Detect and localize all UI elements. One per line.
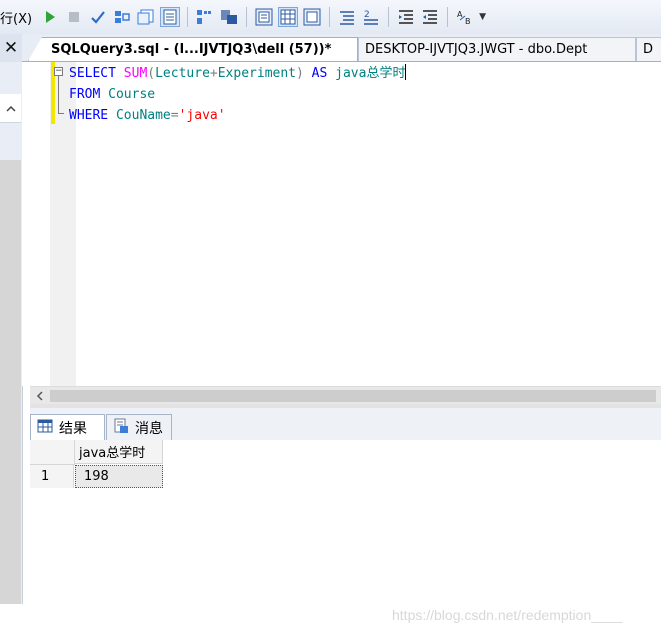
text-caret bbox=[405, 64, 407, 80]
grid-toggle-icon[interactable] bbox=[302, 7, 322, 27]
watermark-text: https://blog.csdn.net/redemption____ bbox=[392, 607, 623, 623]
messages-icon bbox=[113, 418, 129, 438]
code-line-1: SELECT SUM(Lecture+Experiment) AS java总学… bbox=[69, 63, 407, 84]
keyword-where: WHERE bbox=[69, 108, 109, 123]
function-sum: SUM bbox=[123, 66, 148, 81]
fold-guide bbox=[58, 76, 59, 114]
query-toolbar: 行(X) 2 A B ▼ bbox=[0, 0, 661, 35]
toolbar-separator bbox=[447, 7, 449, 27]
column-header[interactable]: java总学时 bbox=[75, 440, 163, 464]
result-cell[interactable]: 198 bbox=[75, 465, 163, 488]
results-tab-label: 结果 bbox=[59, 421, 87, 437]
toolbar-separator bbox=[329, 7, 331, 27]
close-icon[interactable]: ✕ bbox=[0, 34, 22, 62]
tab-messages[interactable]: 消息 bbox=[106, 414, 172, 440]
string-literal: 'java' bbox=[178, 108, 226, 123]
stop-icon[interactable] bbox=[64, 7, 84, 27]
document-tab-bar: SQLQuery3.sql - (l...IJVTJQ3\dell (57))*… bbox=[22, 34, 661, 62]
fold-guide-end bbox=[58, 113, 64, 114]
toolbar-separator bbox=[187, 7, 189, 27]
client-statistics-icon[interactable] bbox=[254, 7, 274, 27]
results-pane: 结果 消息 java总学时 1 198 https://blog.csdn.ne… bbox=[30, 408, 661, 623]
keyword-select: SELECT bbox=[69, 66, 116, 81]
execute-icon[interactable] bbox=[40, 7, 60, 27]
results-grid[interactable]: java总学时 1 198 https://blog.csdn.net/rede… bbox=[30, 440, 661, 623]
row-number[interactable]: 1 bbox=[30, 465, 74, 488]
svg-text:2: 2 bbox=[364, 10, 370, 20]
collapse-icon[interactable]: − bbox=[54, 67, 63, 76]
editor-horizontal-scrollbar[interactable] bbox=[30, 386, 661, 405]
column-lecture: Lecture bbox=[155, 66, 210, 81]
results-to-text-icon[interactable] bbox=[136, 7, 156, 27]
column-couname: CouName bbox=[115, 108, 171, 123]
grid-results-icon bbox=[37, 419, 53, 437]
results-tab-bar: 结果 消息 bbox=[30, 408, 661, 441]
chevron-up-icon[interactable] bbox=[0, 94, 21, 123]
debug-icon[interactable] bbox=[112, 7, 132, 27]
grid-corner[interactable] bbox=[30, 440, 75, 465]
close-paren: ) bbox=[296, 66, 304, 81]
uncomment-icon[interactable]: 2 bbox=[361, 7, 381, 27]
svg-text:B: B bbox=[465, 17, 471, 26]
keyword-as: AS bbox=[311, 66, 328, 81]
svg-text:A: A bbox=[457, 10, 463, 19]
code-line-3: WHERE CouName='java' bbox=[69, 105, 406, 126]
table-name: Course bbox=[108, 87, 156, 102]
parse-checkmark-icon[interactable] bbox=[88, 7, 108, 27]
tab-sqlquery3[interactable]: SQLQuery3.sql - (l...IJVTJQ3\dell (57))* bbox=[28, 37, 358, 61]
left-scrollbar-track[interactable] bbox=[0, 160, 21, 604]
plus-operator: + bbox=[209, 66, 218, 81]
open-paren: ( bbox=[147, 66, 156, 81]
query-editor[interactable]: − SELECT SUM(Lecture+Experiment) AS java… bbox=[22, 62, 661, 386]
messages-tab-label: 消息 bbox=[135, 420, 163, 437]
scrollbar-thumb[interactable] bbox=[50, 390, 656, 402]
results-to-file-icon[interactable] bbox=[278, 7, 299, 27]
keyword-from: FROM bbox=[69, 87, 101, 102]
toolbar-separator bbox=[246, 7, 248, 27]
query-options-icon[interactable] bbox=[195, 7, 215, 27]
decrease-indent-icon[interactable] bbox=[396, 7, 416, 27]
column-experiment: Experiment bbox=[217, 66, 297, 81]
equals-operator: = bbox=[170, 108, 179, 123]
toolbar-separator bbox=[388, 7, 390, 27]
tab-overflow[interactable]: D bbox=[636, 37, 661, 61]
execute-menu-label[interactable]: 行(X) bbox=[0, 8, 32, 27]
specify-values-icon[interactable]: AB bbox=[455, 7, 475, 27]
sql-code[interactable]: SELECT SUM(Lecture+Experiment) AS java总学… bbox=[69, 63, 407, 126]
comment-icon[interactable] bbox=[337, 7, 357, 27]
toolbar-overflow-icon[interactable]: ▼ bbox=[479, 12, 486, 22]
increase-indent-icon[interactable] bbox=[420, 7, 440, 27]
tab-dbo-dept[interactable]: DESKTOP-IJVTJQ3.JWGT - dbo.Dept bbox=[358, 37, 636, 61]
include-plan-icon[interactable] bbox=[219, 7, 239, 27]
alias-name: java总学时 bbox=[335, 66, 406, 81]
code-line-2: FROM Course bbox=[69, 84, 406, 105]
results-to-grid-icon[interactable] bbox=[160, 7, 181, 27]
tab-results[interactable]: 结果 bbox=[30, 414, 105, 441]
chevron-left-icon[interactable] bbox=[30, 387, 48, 405]
